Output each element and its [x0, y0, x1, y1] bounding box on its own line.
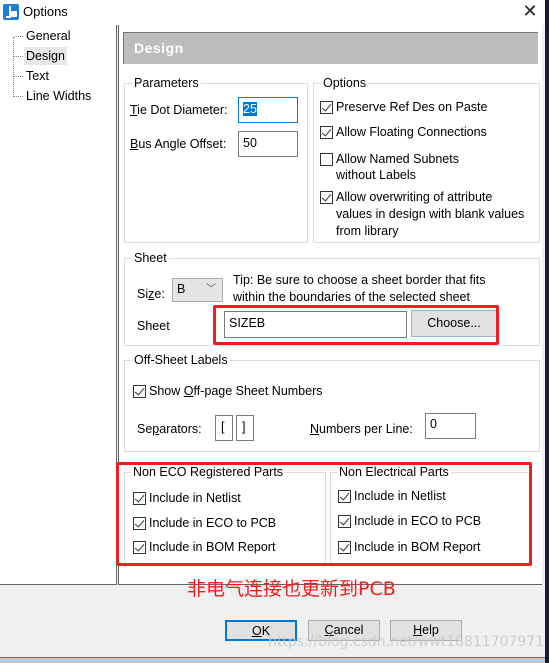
non-electrical-eco-to-pcb-checkbox[interactable]	[338, 515, 351, 528]
allow-overwriting-label: Allow overwriting of attribute	[336, 190, 493, 204]
label-text: e:	[154, 287, 165, 301]
annotation-text: 非电气连接也更新到PCB	[187, 578, 396, 600]
input-value: ]	[242, 420, 246, 434]
chevron-down-icon: ﹀	[206, 284, 216, 295]
watermark: https://blog.csdn.net/wwt18811707971	[268, 634, 545, 650]
non-electrical-legend: Non Electrical Parts	[337, 464, 451, 480]
non-eco-netlist-checkbox[interactable]	[133, 492, 146, 505]
tree-item-design[interactable]: Design	[24, 47, 67, 65]
sheet-tip-line2: within the boundaries of the selected sh…	[233, 290, 470, 304]
mnemonic: O	[251, 624, 262, 638]
input-value: 50	[243, 136, 257, 150]
non-eco-bom-checkbox[interactable]	[133, 541, 146, 554]
background-window-edge	[545, 0, 549, 663]
off-sheet-labels-group: Off-Sheet Labels	[124, 352, 540, 452]
allow-floating-connections-label: Allow Floating Connections	[336, 125, 487, 139]
allow-named-subnets-label: Allow Named Subnets	[336, 152, 459, 166]
label-text: arators:	[159, 422, 202, 436]
allow-named-subnets-label-line2: without Labels	[336, 168, 416, 182]
label-text: ff-page Sheet Numbers	[193, 384, 323, 398]
page-title: Design	[134, 40, 184, 56]
tree-connector	[14, 76, 23, 77]
non-eco-netlist-label: Include in Netlist	[149, 491, 241, 505]
bus-angle-offset-label: Bus Angle Offset:	[130, 136, 226, 152]
label-text: Show	[149, 384, 184, 398]
allow-overwriting-label-line3: from library	[336, 224, 399, 238]
separator-open-input[interactable]: [	[215, 415, 233, 441]
window-bottom-edge	[0, 657, 545, 663]
preserve-ref-des-label: Preserve Ref Des on Paste	[336, 100, 488, 114]
tie-dot-diameter-input[interactable]: 25	[238, 97, 298, 123]
non-eco-bom-label: Include in BOM Report	[149, 540, 276, 554]
sheet-input[interactable]: SIZEB	[224, 311, 407, 338]
tree-connector	[14, 56, 23, 57]
sheet-tip-line1: Tip: Be sure to choose a sheet border th…	[233, 273, 486, 287]
size-dropdown[interactable]: B ﹀	[172, 278, 223, 302]
allow-floating-connections-checkbox[interactable]	[320, 126, 333, 139]
non-electrical-netlist-checkbox[interactable]	[338, 490, 351, 503]
non-electrical-eco-to-pcb-label: Include in ECO to PCB	[354, 514, 482, 528]
show-off-page-sheet-numbers-label: Show Off-page Sheet Numbers	[149, 383, 323, 399]
input-value: 25	[243, 102, 257, 116]
input-value: 0	[430, 417, 437, 431]
tree-item-text[interactable]: Text	[24, 67, 51, 85]
parameters-legend: Parameters	[132, 75, 201, 91]
sheet-label: Sheet	[137, 319, 170, 333]
tree-item-line-widths[interactable]: Line Widths	[24, 87, 93, 105]
input-value: SIZEB	[229, 316, 266, 330]
off-sheet-labels-legend: Off-Sheet Labels	[132, 352, 230, 368]
label-text: ie Dot Diameter:	[137, 103, 228, 117]
allow-overwriting-label-line2: values in design with blank values	[336, 207, 525, 221]
app-icon	[3, 4, 19, 20]
non-eco-legend: Non ECO Registered Parts	[131, 464, 286, 480]
tree-connector	[14, 96, 23, 97]
label-text: umbers per Line:	[319, 422, 413, 436]
input-value: [	[221, 420, 225, 434]
non-eco-eco-to-pcb-checkbox[interactable]	[133, 517, 146, 530]
non-eco-eco-to-pcb-label: Include in ECO to PCB	[149, 516, 277, 530]
window-title: Options	[23, 4, 68, 19]
allow-named-subnets-checkbox[interactable]	[320, 153, 333, 166]
sheet-legend: Sheet	[132, 250, 169, 266]
label-text: us Angle Offset:	[138, 137, 227, 151]
preserve-ref-des-checkbox[interactable]	[320, 101, 333, 114]
show-off-page-sheet-numbers-checkbox[interactable]	[133, 385, 146, 398]
label-text: Se	[137, 422, 153, 436]
tree-connector	[14, 36, 23, 37]
non-electrical-bom-checkbox[interactable]	[338, 541, 351, 554]
choose-button[interactable]: Choose...	[411, 310, 497, 337]
separators-label: Separators:	[137, 421, 202, 437]
non-electrical-netlist-label: Include in Netlist	[354, 489, 446, 503]
tree-connector	[13, 37, 14, 97]
bus-angle-offset-input[interactable]: 50	[238, 131, 298, 157]
non-electrical-bom-label: Include in BOM Report	[354, 540, 481, 554]
title-bar: Options ✕	[0, 0, 549, 25]
label-text: Si	[137, 287, 149, 301]
tie-dot-diameter-label: Tie Dot Diameter:	[130, 102, 227, 118]
options-tree: General Design Text Line Widths	[0, 25, 117, 585]
options-legend: Options	[321, 75, 369, 91]
numbers-per-line-label: Numbers per Line:	[310, 421, 413, 437]
allow-overwriting-checkbox[interactable]	[320, 191, 333, 204]
size-label: Size:	[137, 286, 165, 302]
separator-close-input[interactable]: ]	[236, 415, 254, 441]
tree-item-general[interactable]: General	[24, 27, 72, 45]
page-header: Design	[123, 32, 538, 64]
mnemonic: N	[310, 422, 320, 436]
close-icon[interactable]: ✕	[519, 2, 541, 22]
dropdown-value: B	[177, 282, 186, 296]
numbers-per-line-input[interactable]: 0	[425, 413, 476, 439]
